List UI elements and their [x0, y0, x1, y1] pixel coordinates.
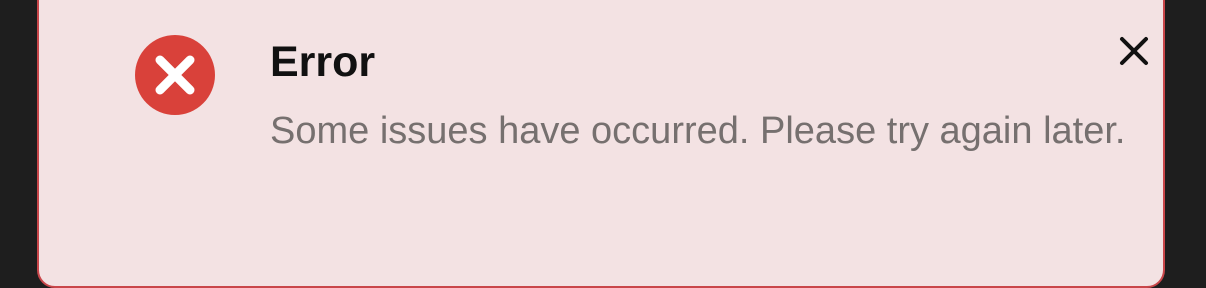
- alert-title: Error: [270, 38, 376, 86]
- alert-message: Some issues have occurred. Please try ag…: [270, 110, 1126, 152]
- close-icon: [1120, 37, 1148, 65]
- close-button[interactable]: [1110, 27, 1158, 75]
- error-circle-icon: [135, 35, 215, 115]
- error-alert: Error Some issues have occurred. Please …: [37, 0, 1165, 288]
